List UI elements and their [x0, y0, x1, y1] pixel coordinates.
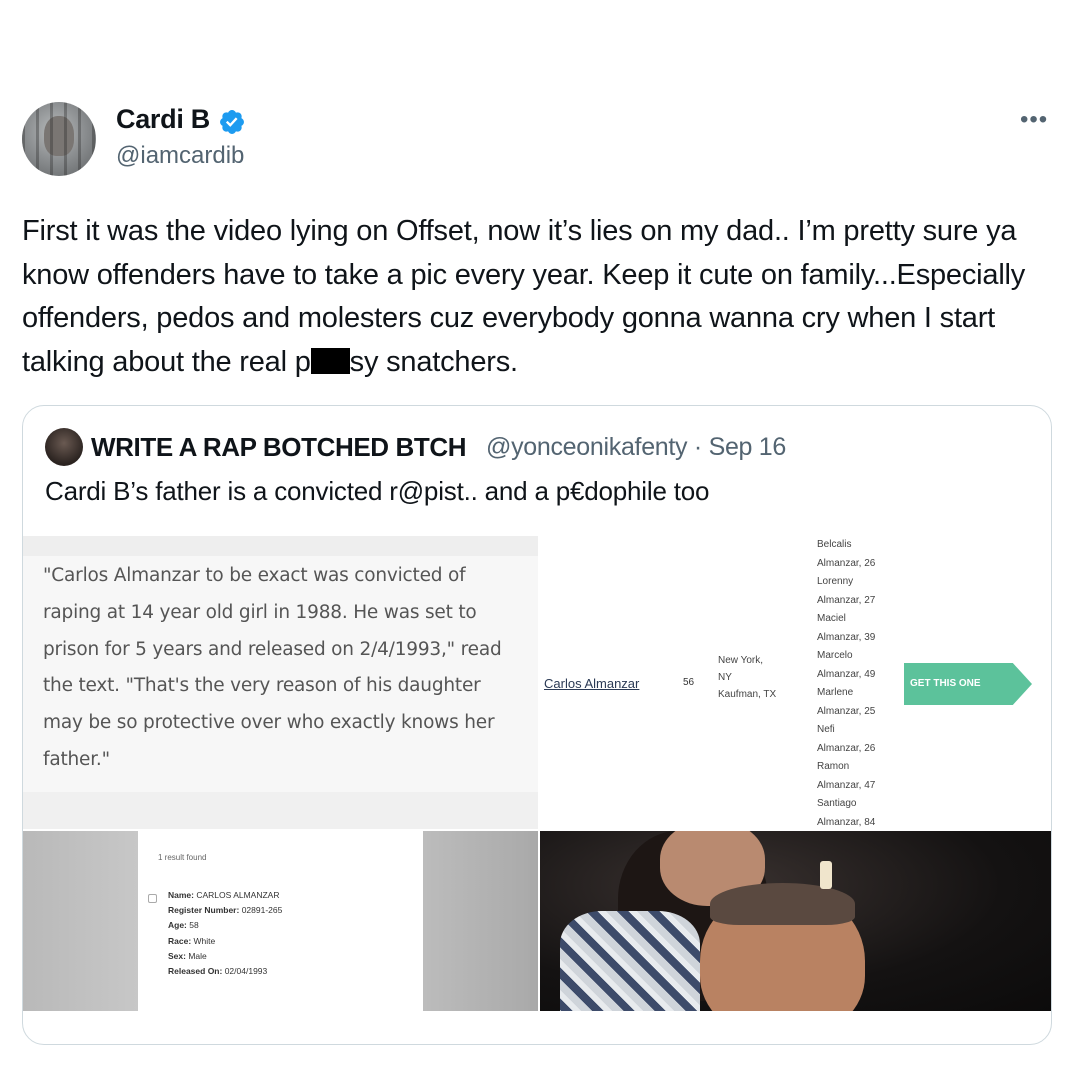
relative-line: Almanzar, 84 — [817, 816, 876, 828]
relative-line: Maciel — [817, 613, 846, 624]
media-inmate-record[interactable]: 1 result found Name: CARLOS ALMANZAR Reg… — [23, 831, 538, 1011]
detail-released: Released On: 02/04/1993 — [168, 966, 268, 977]
media-grid: "Carlos Almanzar to be exact was convict… — [23, 536, 1051, 1011]
more-options-icon[interactable]: ••• — [1020, 106, 1048, 134]
relative-line: Santiago — [817, 798, 857, 809]
author-handle[interactable]: @iamcardib — [116, 142, 244, 170]
media-record-screenshot[interactable]: Carlos Almanzar 56 New York, NY Kaufman,… — [540, 536, 1051, 829]
relative-line: Almanzar, 26 — [817, 742, 876, 754]
detail-age: Age: 58 — [168, 920, 199, 931]
article-quote-text: "Carlos Almanzar to be exact was convict… — [43, 565, 502, 770]
relative-line: Almanzar, 27 — [817, 594, 876, 606]
relative-line: Ramon — [817, 761, 850, 772]
media-photo[interactable] — [540, 831, 1051, 1011]
quoted-tweet-text: Cardi B’s father is a convicted r@pist..… — [45, 476, 710, 506]
author-display-name[interactable]: Cardi B — [116, 104, 210, 135]
relative-line: Lorenny — [817, 576, 854, 587]
get-this-one-button[interactable]: GET THIS ONE — [904, 663, 1032, 705]
quoted-tweet-card[interactable]: WRITE A RAP BOTCHED BTCH @yonceonikafent… — [22, 405, 1052, 1045]
detail-name: Name: CARLOS ALMANZAR — [168, 890, 280, 900]
relative-line: Almanzar, 49 — [817, 668, 876, 680]
relative-line: Almanzar, 25 — [817, 705, 876, 717]
results-count: 1 result found — [158, 853, 207, 862]
quoted-author-handle-date: @yonceonikafenty · Sep 16 — [486, 433, 787, 461]
detail-race: Race: White — [168, 935, 216, 946]
record-location: NY — [718, 672, 732, 683]
relative-line: Almanzar, 26 — [817, 557, 876, 569]
tweet-text: First it was the video lying on Offset, … — [22, 210, 1052, 384]
relative-line: Nefi — [817, 724, 835, 735]
record-relatives: Belcalis Almanzar, 26 Lorenny Almanzar, … — [817, 536, 875, 829]
photo-dress — [560, 911, 700, 1011]
tweet-text-part1: First it was the video lying on Offset, … — [22, 215, 1026, 378]
censor-bar — [310, 347, 350, 374]
record-location: New York, — [718, 655, 764, 666]
author-avatar[interactable] — [22, 102, 96, 176]
relative-line: Marlene — [817, 687, 854, 698]
record-location: Kaufman, TX — [718, 689, 777, 700]
record-checkbox-icon — [148, 894, 157, 903]
detail-sex: Sex: Male — [168, 950, 207, 961]
verified-badge-icon — [220, 110, 244, 134]
relative-line: Almanzar, 39 — [817, 631, 876, 643]
relative-line: Belcalis — [817, 539, 852, 550]
record-age: 56 — [683, 677, 695, 688]
media-article-screenshot[interactable]: "Carlos Almanzar to be exact was convict… — [23, 536, 538, 829]
blurred-right-panel — [423, 831, 538, 1011]
avatar-bars — [22, 102, 96, 176]
photo-man-hair — [710, 883, 855, 925]
relative-line: Marcelo — [817, 650, 853, 661]
blurred-left-panel — [23, 831, 138, 1011]
quoted-author-name: WRITE A RAP BOTCHED BTCH — [91, 432, 467, 462]
relative-line: Almanzar, 47 — [817, 779, 876, 791]
inmate-details: Name: CARLOS ALMANZAR Register Number: 0… — [168, 888, 282, 979]
record-name: Carlos Almanzar — [544, 676, 640, 691]
tweet-text-part2: sy snatchers. — [349, 345, 518, 378]
detail-register: Register Number: 02891-265 — [168, 905, 283, 916]
article-bottom-bar — [23, 792, 538, 829]
article-top-bar — [23, 536, 538, 556]
photo-background-light — [820, 861, 832, 889]
record-locations: New York, NY Kaufman, TX — [718, 652, 776, 703]
quoted-author-avatar — [45, 428, 83, 466]
